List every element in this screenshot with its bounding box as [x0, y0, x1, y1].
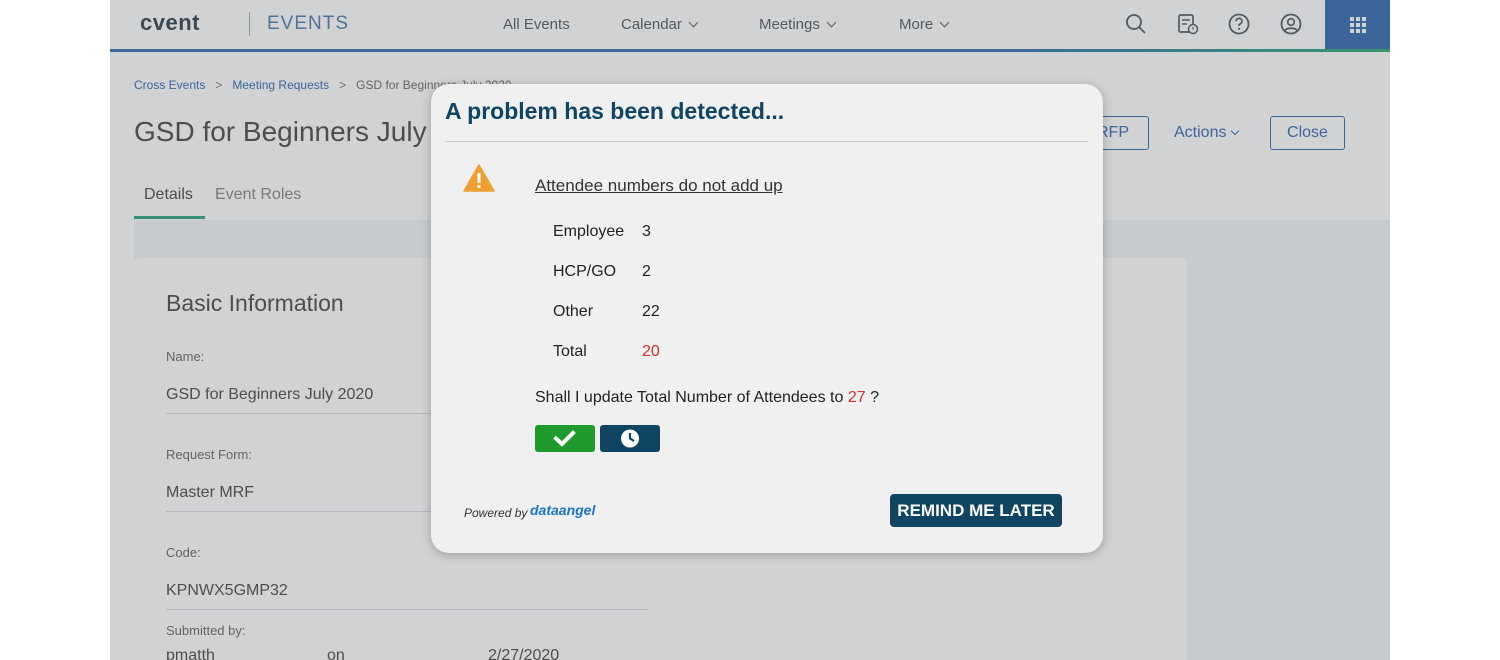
dialog-title: A problem has been detected... [445, 98, 785, 124]
total-value: 20 [642, 343, 660, 360]
other-label: Other [553, 303, 594, 320]
employee-label: Employee [553, 223, 625, 240]
total-label: Total [553, 343, 587, 360]
problem-detected-dialog: A problem has been detected... Attendee … [431, 84, 1103, 553]
employee-value: 3 [642, 223, 651, 240]
dialog-divider [445, 141, 1088, 142]
problem-description-link[interactable]: Attendee numbers do not add up [535, 176, 783, 196]
other-value: 22 [642, 303, 660, 320]
remind-me-later-button[interactable]: REMIND ME LATER [890, 494, 1062, 527]
question-mark: ? [870, 389, 879, 406]
snooze-button[interactable] [600, 425, 660, 452]
hcp-go-value: 2 [642, 263, 651, 280]
confirm-update-button[interactable] [535, 425, 595, 452]
clock-icon [621, 429, 639, 448]
dataangel-logo: dataangel [530, 502, 596, 518]
hcp-go-label: HCP/GO [553, 263, 617, 280]
checkmark-icon [553, 430, 576, 447]
question-value: 27 [847, 389, 866, 406]
powered-by-label: Powered by [464, 506, 528, 520]
question-text: Shall I update Total Number of Attendees… [535, 389, 844, 406]
warning-icon [463, 164, 495, 192]
update-question: Shall I update Total Number of Attendees… [535, 389, 879, 407]
